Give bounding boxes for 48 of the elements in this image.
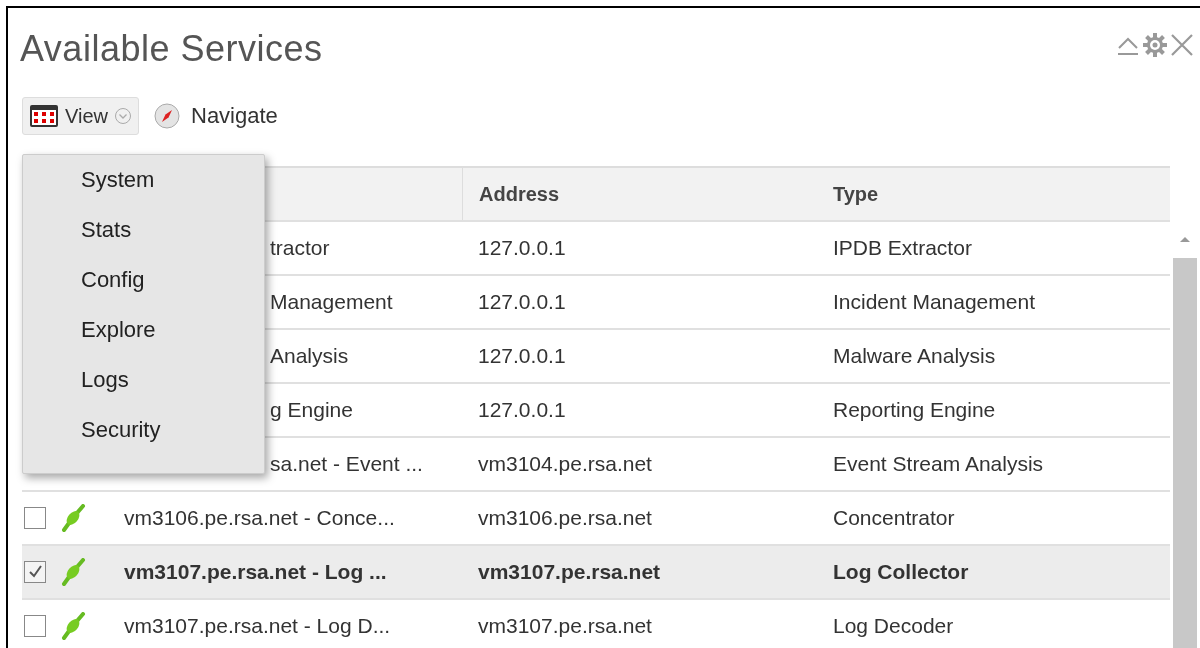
table-cell-text: IPDB Extractor [832, 235, 973, 261]
table-cell-text: Reporting Engine [832, 397, 997, 423]
settings-icon[interactable] [1142, 32, 1168, 58]
menu-item[interactable]: Explore [23, 317, 264, 367]
table-cell-text: Event Stream Analysis [832, 451, 1045, 477]
table-cell-text: 127.0.0.1 [477, 235, 567, 261]
table-cell-text: 127.0.0.1 [477, 289, 567, 315]
menu-item[interactable]: Security [23, 417, 264, 467]
chevron-down-icon [114, 107, 132, 125]
plug-icon [60, 504, 86, 532]
column-header[interactable]: Address [462, 168, 817, 220]
compass-icon [153, 102, 181, 130]
table-cell-text: Log Collector [832, 559, 970, 585]
table-cell-text: Analysis [269, 343, 350, 369]
view-button[interactable]: View [22, 97, 139, 135]
grid-icon [29, 104, 59, 128]
table-cell-text: 127.0.0.1 [477, 343, 567, 369]
table-cell-text: Log Decoder [832, 613, 955, 639]
table-cell-text: Malware Analysis [832, 343, 997, 369]
navigate-button[interactable]: Navigate [149, 98, 282, 134]
checkbox[interactable] [24, 507, 46, 529]
table-cell-text: Management [269, 289, 394, 315]
checkbox[interactable] [24, 615, 46, 637]
table-cell-text: vm3107.pe.rsa.net [477, 559, 662, 585]
table-cell-text: vm3106.pe.rsa.net [477, 505, 653, 531]
table-cell-text: vm3107.pe.rsa.net - Log D... [123, 613, 392, 639]
column-header[interactable]: Type [817, 168, 1171, 220]
checkbox[interactable] [24, 561, 46, 583]
table-cell-text: g Engine [269, 397, 354, 423]
table-cell-text: Incident Management [832, 289, 1036, 315]
plug-icon [60, 612, 86, 640]
menu-item[interactable]: Config [23, 267, 264, 317]
panel-title: Available Services [20, 28, 323, 70]
table-cell-text: sa.net - Event ... [269, 451, 424, 477]
table-cell-text: vm3104.pe.rsa.net [477, 451, 653, 477]
table-cell-text: 127.0.0.1 [477, 397, 567, 423]
checkmark-icon [27, 564, 43, 580]
scroll-up-icon[interactable] [1178, 234, 1192, 244]
table-cell-text: tractor [269, 235, 331, 261]
table-cell-text: Concentrator [832, 505, 956, 531]
plug-icon [60, 558, 86, 586]
close-icon[interactable] [1170, 33, 1194, 57]
menu-item[interactable]: Stats [23, 217, 264, 267]
menu-item[interactable]: System [23, 167, 264, 217]
table-cell-text: vm3106.pe.rsa.net - Conce... [123, 505, 396, 531]
table-cell-text: vm3107.pe.rsa.net - Log ... [123, 559, 388, 585]
menu-item[interactable]: Logs [23, 367, 264, 417]
table-cell-text: vm3107.pe.rsa.net [477, 613, 653, 639]
